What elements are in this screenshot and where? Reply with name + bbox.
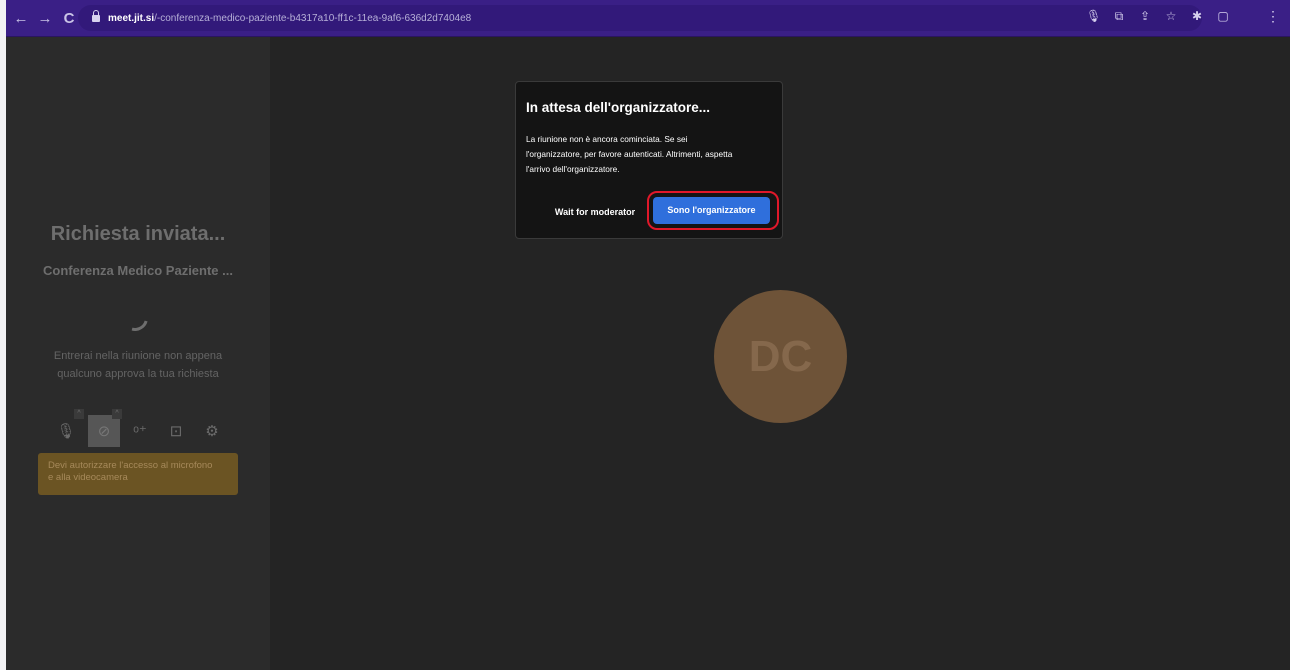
dialog-message-line1: La riunione non è ancora cominciata. Se …: [526, 134, 688, 144]
lobby-message: Entrerai nella riunione non appena qualc…: [6, 347, 270, 383]
extensions-icon[interactable]: ✱: [1190, 9, 1204, 24]
browser-window: ← → C meet.jit.si/-conferenza-medico-paz…: [6, 0, 1290, 670]
dialog-message: La riunione non è ancora cominciata. Se …: [526, 132, 778, 177]
avatar: DC: [714, 290, 847, 423]
lobby-message-line2: qualcuno approva la tua richiesta: [57, 368, 219, 380]
dialog-title: In attesa dell'organizzatore...: [526, 100, 711, 115]
lobby-panel: Richiesta inviata... Conferenza Medico P…: [6, 37, 270, 670]
toolbar-icons: 🎙 ⧉ ⇪ ☆ ✱ ▢: [1086, 9, 1230, 24]
dialog-message-line2: l'organizzatore, per favore autenticati.…: [526, 149, 733, 159]
lobby-title: Richiesta inviata...: [50, 223, 226, 245]
waiting-dialog: In attesa dell'organizzatore... La riuni…: [515, 81, 783, 239]
media-controls: 🎙 ^ ⊘ ^ ᵒ⁺ ⊡ ⚙: [50, 409, 228, 447]
share-icon[interactable]: ⇪: [1138, 9, 1152, 24]
permission-warning: Devi autorizzare l'accesso al microfono …: [38, 453, 238, 495]
sidepanel-icon[interactable]: ▢: [1216, 9, 1230, 24]
url-path: /-conferenza-medico-paziente-b4317a10-ff…: [154, 12, 472, 24]
wait-for-moderator-button[interactable]: Wait for moderator: [548, 198, 642, 226]
host-login-button[interactable]: Sono l'organizzatore: [653, 197, 770, 224]
camera-options-icon[interactable]: ^: [112, 409, 122, 419]
cast-icon[interactable]: ⧉: [1112, 9, 1126, 24]
loading-spinner-icon: [117, 300, 153, 336]
lobby-message-line1: Entrerai nella riunione non appena: [53, 350, 223, 362]
address-bar[interactable]: meet.jit.si/-conferenza-medico-paziente-…: [78, 5, 1202, 31]
microphone-button[interactable]: 🎙 ^: [50, 409, 84, 447]
star-icon[interactable]: ☆: [1164, 9, 1178, 24]
permission-warning-line1: Devi autorizzare l'accesso al microfono: [48, 460, 213, 471]
dialog-message-line3: l'arrivo dell'organizzatore.: [526, 164, 620, 174]
mic-options-icon[interactable]: ^: [74, 409, 84, 419]
background-icon[interactable]: ⊡: [160, 415, 192, 447]
meeting-name: Conferenza Medico Paziente ...: [43, 263, 233, 278]
mic-icon[interactable]: 🎙: [1086, 9, 1101, 24]
camera-button[interactable]: ⊘ ^: [88, 409, 122, 447]
back-icon[interactable]: ←: [12, 10, 30, 27]
invite-icon[interactable]: ᵒ⁺: [124, 415, 156, 447]
url-text[interactable]: meet.jit.si/-conferenza-medico-paziente-…: [108, 13, 471, 24]
settings-icon[interactable]: ⚙: [196, 415, 228, 447]
permission-warning-line2: e alla videocamera: [48, 472, 128, 483]
browser-toolbar: ← → C meet.jit.si/-conferenza-medico-paz…: [6, 0, 1290, 37]
menu-icon[interactable]: ⋮: [1266, 8, 1280, 25]
url-host: meet.jit.si: [108, 12, 155, 24]
lock-icon[interactable]: [92, 9, 100, 23]
forward-icon[interactable]: →: [36, 10, 54, 27]
reload-icon[interactable]: C: [60, 10, 78, 27]
